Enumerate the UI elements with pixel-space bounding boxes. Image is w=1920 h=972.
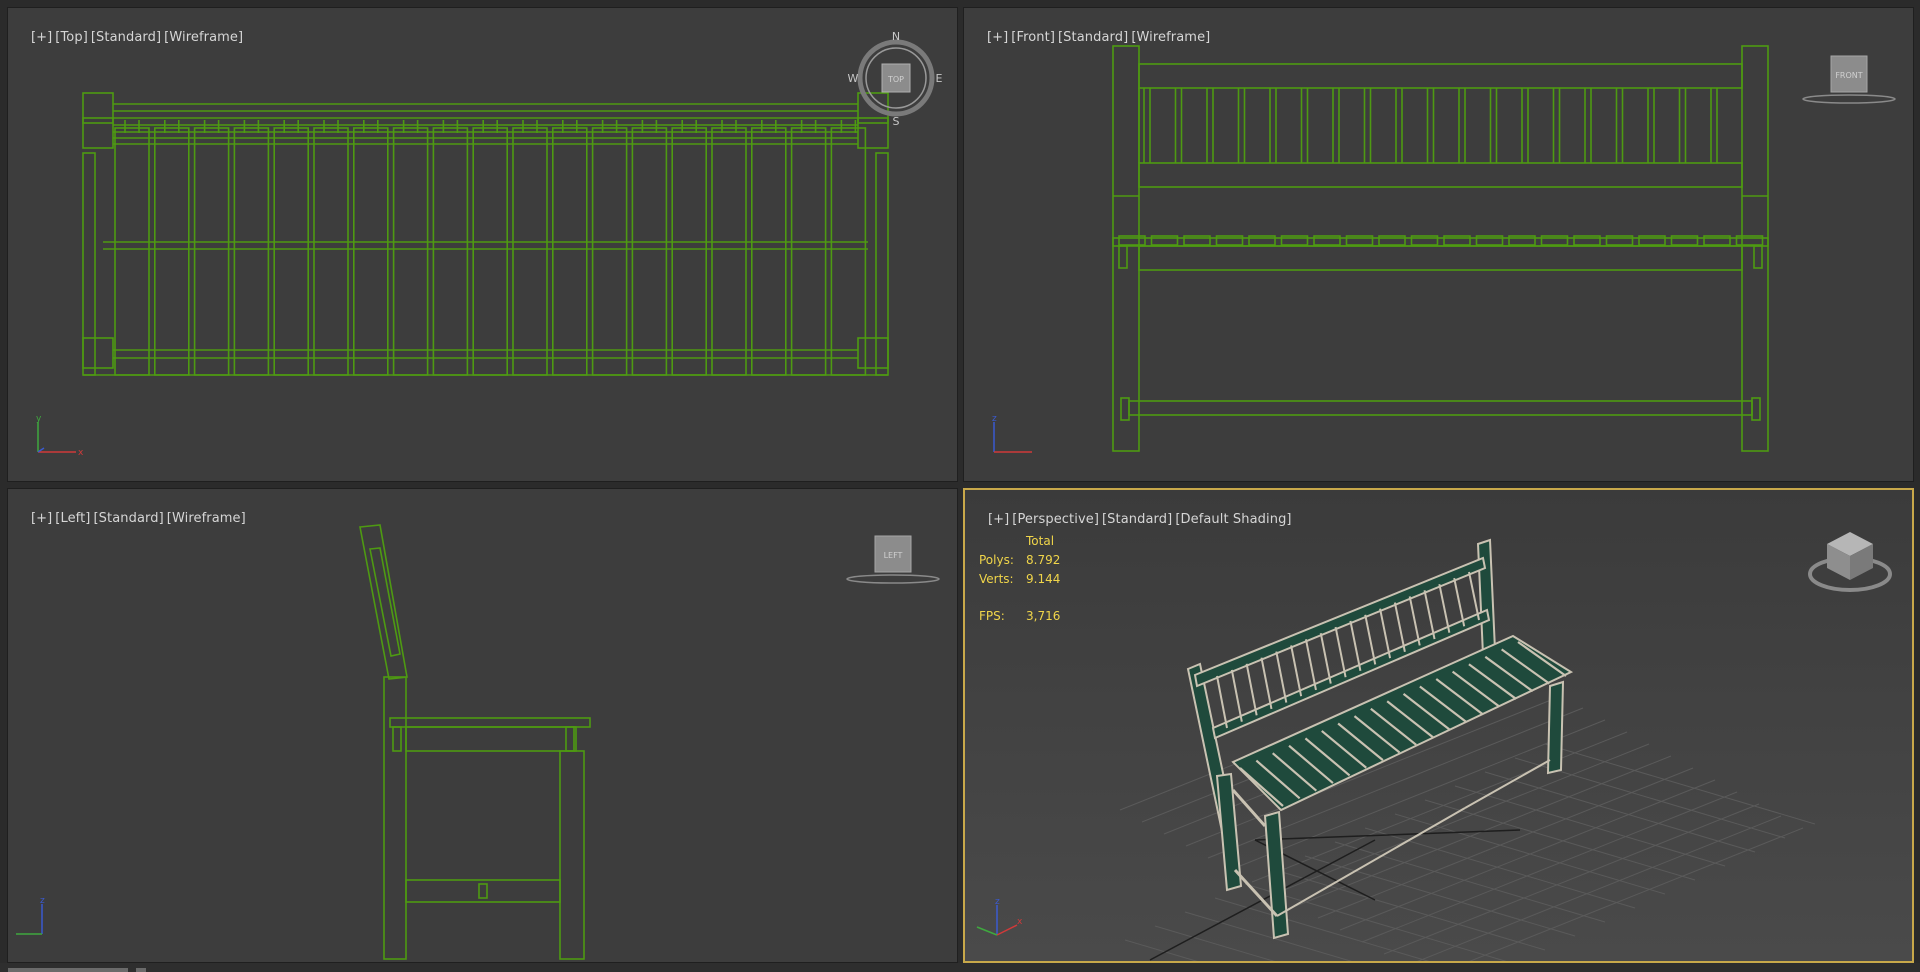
- axis-tripod-front: z: [992, 414, 1032, 453]
- viewport-shading-mode[interactable]: [Wireframe]: [167, 511, 246, 526]
- stats-verts-label: Verts:: [979, 572, 1014, 586]
- viewport-shading-mode[interactable]: [Default Shading]: [1175, 512, 1291, 527]
- stats-polys-value: 8.792: [1026, 553, 1061, 567]
- viewport-left[interactable]: [+] [Left] [Standard] [Wireframe] LEFT z: [7, 488, 958, 963]
- viewcube-perspective[interactable]: [1807, 528, 1893, 596]
- viewport-shading-mode[interactable]: [Wireframe]: [164, 30, 243, 45]
- viewcube-front-label: FRONT: [1835, 71, 1862, 80]
- stats-verts-value: 9.144: [1026, 572, 1061, 586]
- axis-x-label: x: [78, 448, 84, 458]
- compass-west: W: [848, 72, 859, 85]
- viewcube-top-label: TOP: [887, 75, 904, 84]
- left-wireframe-bench: [359, 524, 591, 960]
- axis-z-label: z: [995, 897, 1000, 907]
- viewport-menu-plus[interactable]: [+]: [987, 30, 1008, 45]
- stats-header: Total: [1026, 534, 1055, 548]
- stats-fps-label: FPS:: [979, 609, 1005, 623]
- viewport-perspective[interactable]: [+] [Perspective] [Standard] [Default Shadi…: [963, 488, 1914, 963]
- viewport-shading-mode[interactable]: [Wireframe]: [1131, 30, 1210, 45]
- statistics-overlay: Total Polys: 8.792 Verts: 9.144 FPS: 3,716: [979, 534, 1060, 628]
- axis-tripod-perspective: z x: [976, 897, 1023, 936]
- viewcube-front[interactable]: FRONT: [1799, 52, 1899, 108]
- viewcube-left[interactable]: LEFT: [843, 532, 943, 588]
- front-wireframe-bench: [1112, 45, 1769, 452]
- stats-polys-label: Polys:: [979, 553, 1014, 567]
- timeline-tab-small[interactable]: [136, 968, 146, 972]
- viewport-view-name[interactable]: [Front]: [1011, 30, 1055, 45]
- viewport-label-front[interactable]: [+] [Front] [Standard] [Wireframe]: [970, 15, 1213, 60]
- viewport-front[interactable]: [+] [Front] [Standard] [Wireframe] FRONT z: [963, 7, 1914, 482]
- axis-x-label: x: [1017, 917, 1023, 927]
- top-wireframe-bench: [82, 92, 889, 376]
- axis-tripod-left: z: [16, 896, 45, 935]
- viewport-standard-mode[interactable]: [Standard]: [93, 511, 163, 526]
- timeline-tab[interactable]: [8, 968, 128, 972]
- stats-fps-value: 3,716: [1026, 609, 1061, 623]
- viewport-label-top[interactable]: [+] [Top] [Standard] [Wireframe]: [14, 15, 246, 60]
- viewport-menu-plus[interactable]: [+]: [988, 512, 1009, 527]
- compass-south: S: [893, 115, 900, 128]
- compass-east: E: [936, 72, 943, 85]
- axis-tripod-top: y x: [36, 414, 84, 458]
- axis-z-label: z: [992, 414, 997, 424]
- viewport-menu-plus[interactable]: [+]: [31, 30, 52, 45]
- axis-z-label: z: [40, 896, 45, 906]
- viewport-top[interactable]: [+] [Top] [Standard] [Wireframe] TOP N E S …: [7, 7, 958, 482]
- viewcube-top[interactable]: TOP N E S W: [846, 28, 946, 128]
- viewport-standard-mode[interactable]: [Standard]: [91, 30, 161, 45]
- axis-y-label: y: [36, 414, 42, 424]
- viewport-standard-mode[interactable]: [Standard]: [1102, 512, 1172, 527]
- viewport-view-name[interactable]: [Perspective]: [1012, 512, 1099, 527]
- status-strip: [0, 963, 1920, 972]
- viewport-view-name[interactable]: [Left]: [55, 511, 90, 526]
- perspective-bench-render: [1119, 538, 1816, 961]
- compass-north: N: [892, 30, 900, 43]
- viewport-label-left[interactable]: [+] [Left] [Standard] [Wireframe]: [14, 496, 249, 541]
- viewport-menu-plus[interactable]: [+]: [31, 511, 52, 526]
- viewport-standard-mode[interactable]: [Standard]: [1058, 30, 1128, 45]
- viewport-view-name[interactable]: [Top]: [55, 30, 88, 45]
- viewcube-left-label: LEFT: [884, 551, 903, 560]
